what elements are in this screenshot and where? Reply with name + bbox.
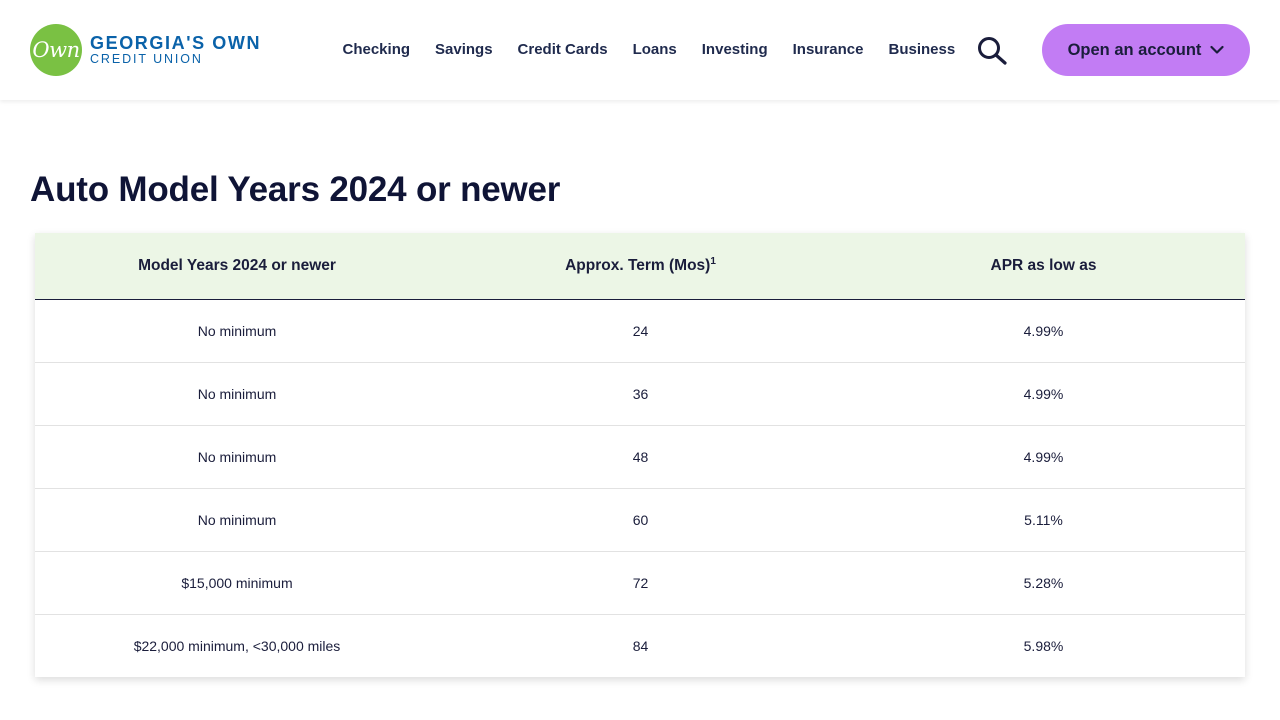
nav-item-savings[interactable]: Savings [435, 38, 493, 62]
main-nav: Checking Savings Credit Cards Loans Inve… [330, 38, 968, 62]
column-header-label: Approx. Term (Mos) [565, 257, 711, 275]
column-header-apr: APR as low as [842, 233, 1245, 299]
cell-term: 24 [632, 322, 649, 339]
auto-rates-table: Model Years 2024 or newer Approx. Term (… [35, 233, 1245, 677]
open-account-label: Open an account [1067, 40, 1202, 59]
nav-item-business[interactable]: Business [889, 38, 956, 62]
table-row: No minimum 48 4.99% [35, 425, 1245, 488]
cell-term: 36 [632, 385, 649, 402]
cell-model: No minimum [197, 385, 277, 402]
search-icon [978, 37, 1007, 65]
table-row: $15,000 minimum 72 5.28% [35, 551, 1245, 614]
cell-apr: 4.99% [1023, 448, 1064, 465]
open-account-button[interactable]: Open an account [1042, 24, 1250, 76]
nav-item-credit-cards[interactable]: Credit Cards [518, 38, 608, 62]
page-title: Auto Model Years 2024 or newer [30, 170, 561, 209]
column-header-label: APR as low as [990, 256, 1097, 274]
column-header-label: Model Years 2024 or newer [138, 256, 336, 274]
cell-model: No minimum [197, 511, 277, 528]
cell-model: $15,000 minimum [181, 574, 293, 591]
table-body: No minimum 24 4.99% No minimum 36 4.99% … [35, 299, 1245, 677]
nav-item-checking[interactable]: Checking [343, 38, 411, 62]
logo-text: GEORGIA'S OWN CREDIT UNION [90, 34, 261, 66]
cell-model: $22,000 minimum, <30,000 miles [133, 637, 341, 654]
footnote-marker[interactable]: 1 [710, 256, 716, 267]
logo-name-line1: GEORGIA'S OWN [90, 33, 262, 53]
table-header-row: Model Years 2024 or newer Approx. Term (… [35, 233, 1245, 299]
table-row: No minimum 24 4.99% [35, 299, 1245, 362]
column-header-term: Approx. Term (Mos)1 [439, 233, 842, 299]
site-header: Own GEORGIA'S OWN CREDIT UNION Checking … [0, 0, 1280, 100]
nav-item-investing[interactable]: Investing [702, 38, 768, 62]
cell-term: 48 [632, 448, 649, 465]
cell-apr: 5.98% [1023, 637, 1064, 654]
brand-logo[interactable]: Own GEORGIA'S OWN CREDIT UNION [30, 24, 261, 76]
logo-name-line2: CREDIT UNION [90, 52, 203, 66]
cell-apr: 4.99% [1023, 322, 1064, 339]
cell-term: 84 [632, 637, 649, 654]
nav-item-loans[interactable]: Loans [633, 38, 677, 62]
cell-apr: 5.11% [1024, 511, 1063, 528]
cell-apr: 4.99% [1023, 385, 1064, 402]
cell-model: No minimum [197, 322, 277, 339]
logo-badge: Own [30, 24, 82, 76]
table-row: No minimum 60 5.11% [35, 488, 1245, 551]
table-header: Model Years 2024 or newer Approx. Term (… [35, 233, 1245, 299]
cell-term: 60 [632, 511, 649, 528]
cell-apr: 5.28% [1023, 574, 1064, 591]
nav-item-insurance[interactable]: Insurance [793, 38, 864, 62]
table-row: No minimum 36 4.99% [35, 362, 1245, 425]
cell-model: No minimum [197, 448, 277, 465]
cell-term: 72 [632, 574, 649, 591]
column-header-model-years: Model Years 2024 or newer [35, 233, 439, 299]
chevron-down-icon [1210, 45, 1225, 54]
search-button[interactable] [975, 35, 1009, 67]
table-row: $22,000 minimum, <30,000 miles 84 5.98% [35, 614, 1245, 677]
